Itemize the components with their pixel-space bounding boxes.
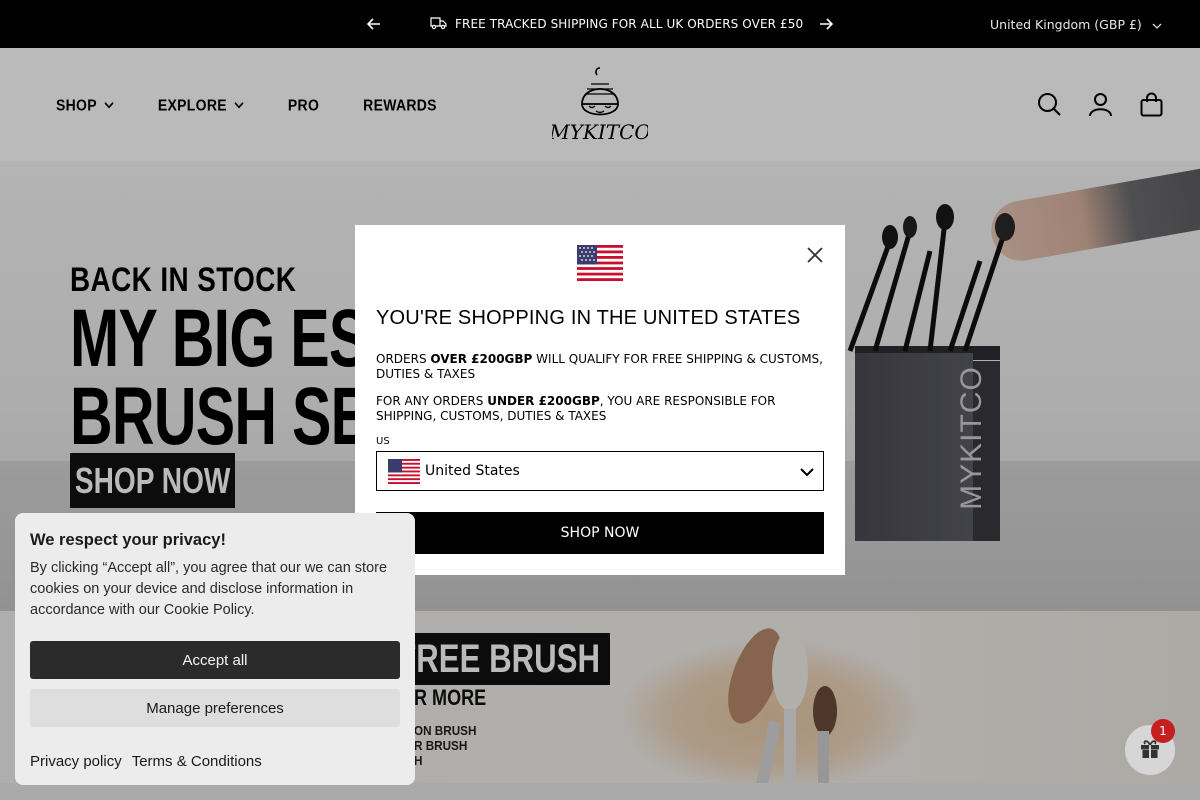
manage-preferences-label: Manage preferences	[146, 699, 284, 717]
announcement-bar: FREE TRACKED SHIPPING FOR ALL UK ORDERS …	[0, 0, 1200, 48]
close-icon[interactable]	[804, 244, 826, 266]
cookie-links: Privacy policy Terms & Conditions	[30, 753, 262, 770]
privacy-policy-link[interactable]: Privacy policy	[30, 753, 122, 770]
previous-announcement-arrow-icon[interactable]	[364, 14, 384, 34]
next-announcement-arrow-icon[interactable]	[816, 14, 836, 34]
accept-all-label: Accept all	[182, 651, 248, 669]
modal-text-part: ORDERS	[376, 352, 431, 366]
modal-shop-now-button[interactable]: SHOP NOW	[376, 512, 824, 554]
cookie-consent-panel: We respect your privacy! By clicking “Ac…	[15, 513, 415, 785]
cookie-title: We respect your privacy!	[30, 531, 226, 549]
terms-conditions-link[interactable]: Terms & Conditions	[132, 753, 262, 770]
currency-label: United Kingdom (GBP £)	[990, 16, 1142, 32]
gift-badge-count: 1	[1151, 719, 1175, 743]
manage-preferences-button[interactable]: Manage preferences	[30, 689, 400, 727]
modal-free-shipping-text: ORDERS OVER £200GBP WILL QUALIFY FOR FRE…	[376, 352, 826, 382]
modal-button-label: SHOP NOW	[560, 525, 640, 541]
modal-text-part: FOR ANY ORDERS	[376, 394, 488, 408]
announcement-message: FREE TRACKED SHIPPING FOR ALL UK ORDERS …	[430, 0, 803, 48]
us-flag-icon	[388, 458, 420, 484]
country-select[interactable]: United States	[376, 451, 824, 491]
modal-responsibility-text: FOR ANY ORDERS UNDER £200GBP, YOU ARE RE…	[376, 394, 826, 424]
accept-all-button[interactable]: Accept all	[30, 641, 400, 679]
cookie-description: By clicking “Accept all”, you agree that…	[30, 560, 388, 618]
modal-title: YOU'RE SHOPPING IN THE UNITED STATES	[376, 307, 801, 329]
currency-selector[interactable]: United Kingdom (GBP £)	[990, 0, 1162, 48]
chevron-down-icon	[799, 464, 815, 480]
modal-text-bold: OVER £200GBP	[430, 352, 533, 366]
modal-text-bold: UNDER £200GBP	[487, 394, 600, 408]
country-select-value: United States	[425, 463, 520, 479]
truck-icon	[430, 15, 447, 33]
chevron-down-icon	[1152, 17, 1162, 32]
us-flag-icon	[577, 245, 623, 281]
country-select-label: US	[376, 436, 390, 447]
country-modal: YOU'RE SHOPPING IN THE UNITED STATES ORD…	[355, 225, 845, 575]
announcement-text: FREE TRACKED SHIPPING FOR ALL UK ORDERS …	[455, 17, 804, 31]
